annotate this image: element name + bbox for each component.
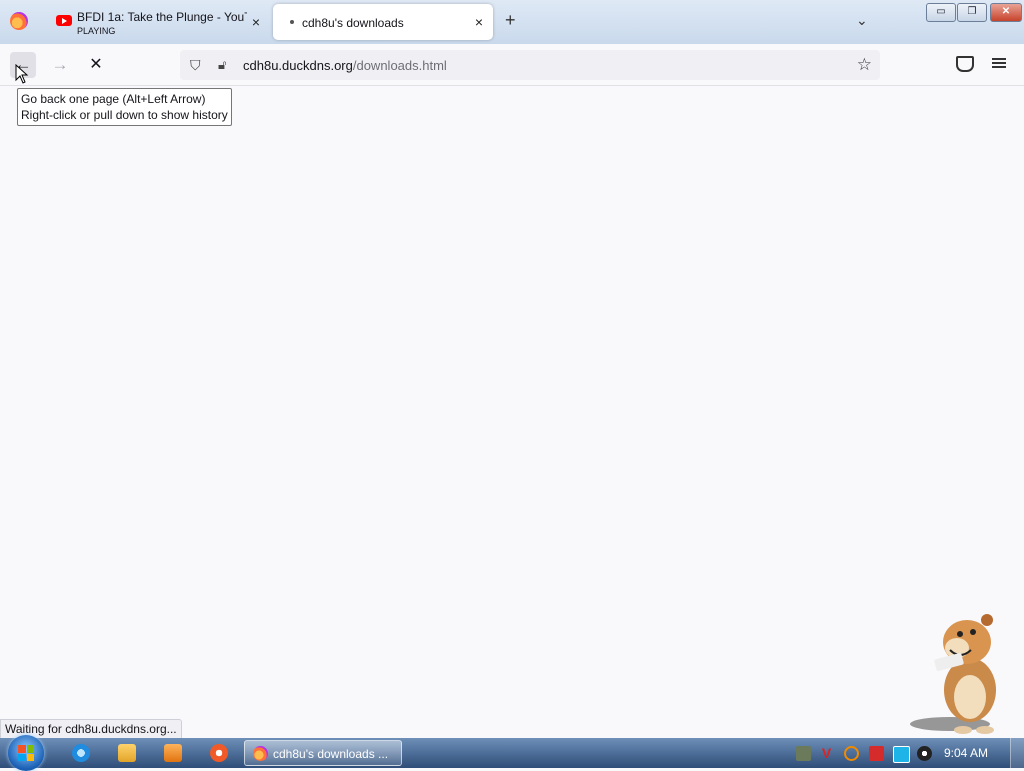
tab-playing-label: PLAYING — [77, 26, 116, 36]
action-center-flag-icon[interactable] — [869, 746, 884, 761]
tab-close-button[interactable]: × — [475, 14, 483, 30]
media-player-icon[interactable] — [164, 744, 182, 762]
taskbar-window-label: cdh8u's downloads ... — [273, 747, 389, 761]
loading-dot-icon — [290, 20, 294, 24]
paint-app-icon[interactable] — [210, 744, 228, 762]
bookmark-star-icon[interactable]: ☆ — [857, 55, 872, 75]
tracking-protection-icon[interactable]: ⛉ — [190, 57, 201, 74]
url-host: cdh8u.duckdns.org — [243, 58, 353, 73]
taskbar-firefox-window[interactable]: cdh8u's downloads ... — [244, 740, 402, 766]
title-bar: BFDI 1a: Take the Plunge - YouTube PLAYI… — [0, 0, 1024, 44]
new-tab-button[interactable]: + — [505, 10, 516, 31]
tab-close-button[interactable]: × — [252, 14, 260, 30]
pocket-icon[interactable] — [956, 56, 974, 72]
firefox-icon — [253, 746, 268, 761]
tab-youtube[interactable]: BFDI 1a: Take the Plunge - YouTube PLAYI… — [44, 4, 270, 40]
volume-tray-icon[interactable] — [917, 746, 932, 761]
firefox-view-icon[interactable] — [10, 12, 28, 30]
url-path: /downloads.html — [352, 58, 447, 73]
hamster-desktop-pet[interactable] — [905, 612, 1017, 737]
page-content — [0, 86, 1024, 719]
tab-title: cdh8u's downloads — [302, 16, 404, 30]
taskbar-clock[interactable]: 9:04 AM — [944, 746, 988, 760]
tray-v-icon[interactable]: V — [819, 746, 834, 761]
url-bar[interactable]: ⛉ 🔓︎ cdh8u.duckdns.org/downloads.html ☆ — [180, 50, 880, 80]
tab-downloads-active[interactable]: cdh8u's downloads × — [273, 4, 493, 40]
youtube-icon — [56, 15, 72, 26]
navigation-toolbar: ← → ✕ ⛉ 🔓︎ cdh8u.duckdns.org/downloads.h… — [0, 44, 1024, 86]
tray-search-icon[interactable] — [844, 746, 859, 761]
minimize-button[interactable]: ▭ — [926, 3, 956, 22]
forward-button[interactable]: → — [47, 52, 73, 78]
tray-app-icon[interactable] — [796, 746, 811, 761]
url-text[interactable]: cdh8u.duckdns.org/downloads.html — [243, 58, 447, 73]
file-explorer-icon[interactable] — [118, 744, 136, 762]
mouse-cursor-icon — [15, 64, 29, 84]
start-button[interactable] — [8, 735, 44, 771]
internet-explorer-icon[interactable] — [72, 744, 90, 762]
close-window-button[interactable]: ✕ — [990, 3, 1022, 22]
insecure-lock-icon[interactable]: 🔓︎ — [218, 57, 226, 73]
show-desktop-button[interactable] — [1010, 738, 1024, 768]
tab-title: BFDI 1a: Take the Plunge - YouTube — [77, 10, 247, 24]
list-all-tabs-button[interactable]: ⌄ — [856, 12, 868, 29]
stop-button[interactable]: ✕ — [83, 52, 109, 78]
display-tray-icon[interactable] — [893, 746, 910, 763]
taskbar: cdh8u's downloads ... V 9:04 AM — [0, 735, 1024, 771]
windows-logo-icon — [18, 745, 34, 761]
hamburger-menu-icon[interactable] — [992, 58, 1006, 60]
restore-button[interactable]: ❐ — [957, 3, 987, 22]
